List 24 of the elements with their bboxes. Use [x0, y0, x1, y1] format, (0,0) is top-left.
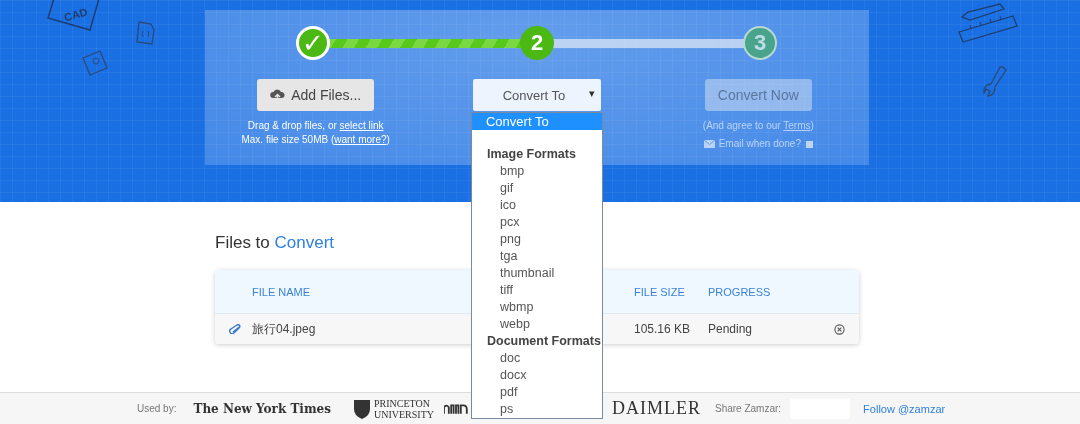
company-logo-text: DAIMLER [611, 398, 701, 419]
follow-link[interactable]: Follow @zamzar [863, 402, 946, 415]
email-label: Email when done? [718, 137, 801, 151]
step-indicator: 3 [743, 26, 777, 60]
used-by-label: Used by: [137, 403, 177, 414]
university-logo-text: PRINCETON [373, 397, 431, 409]
column-header: FILE NAME [252, 285, 311, 298]
newspaper-logo: The New York Times [193, 401, 331, 416]
add-files-button[interactable]: Add Files... [257, 79, 375, 111]
upload-hint: Drag & drop files, or select link Max. file size 50MB (want more?) [241, 119, 390, 147]
format-select[interactable]: Convert To ▾ [473, 79, 601, 111]
terms-note: (And agree to our Terms) [702, 119, 814, 133]
section-title: Files to Convert [215, 233, 335, 253]
column-header: FILE SIZE [634, 285, 685, 298]
column-header: PROGRESS [708, 285, 771, 298]
option-group-label: Document Formats [486, 333, 602, 350]
step-indicator: ✓ [296, 26, 330, 60]
option-group-label: Image Formats [486, 146, 577, 163]
step-indicator: 2 [520, 26, 554, 60]
university-logo-text: UNIVERSITY [373, 408, 434, 420]
progress-cell: Pending [708, 322, 753, 336]
file-size-cell: 105.16 KB [634, 322, 691, 336]
file-name-cell: 旅行04.jpeg [252, 320, 316, 338]
share-label: Share Zamzar: [714, 403, 782, 414]
